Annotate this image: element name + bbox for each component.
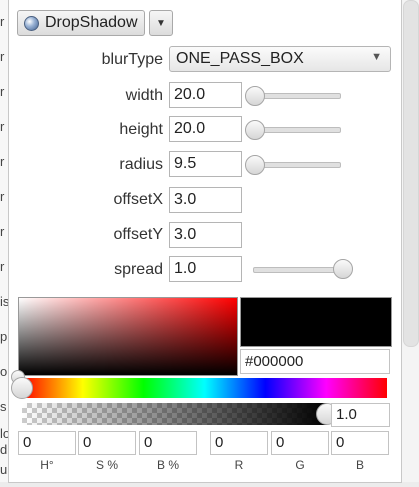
green-field[interactable]: 0 xyxy=(271,431,329,455)
hex-color-field[interactable]: #000000 xyxy=(240,349,390,374)
radius-field[interactable]: 9.5 xyxy=(169,151,242,177)
blue-field[interactable]: 0 xyxy=(331,431,389,455)
effect-menu-button[interactable]: ▼ xyxy=(149,10,173,36)
selected-color-swatch xyxy=(240,297,392,347)
blurtype-combo[interactable]: ONE_PASS_BOX ▼ xyxy=(169,46,391,72)
height-label: height xyxy=(119,121,163,138)
spread-slider-track[interactable] xyxy=(253,267,345,273)
height-slider-track[interactable] xyxy=(255,127,341,133)
alpha-field[interactable]: 1.0 xyxy=(331,403,390,427)
radius-label: radius xyxy=(119,156,163,173)
saturation-label: S % xyxy=(95,458,118,472)
radius-slider-thumb[interactable] xyxy=(245,155,265,175)
brightness-label: B % xyxy=(156,458,179,472)
spread-slider-thumb[interactable] xyxy=(333,259,353,279)
hue-field[interactable]: 0 xyxy=(18,431,76,455)
radius-slider-track[interactable] xyxy=(255,162,341,168)
height-slider-thumb[interactable] xyxy=(245,120,265,140)
hue-slider-thumb[interactable] xyxy=(11,377,33,399)
offsetx-field[interactable]: 3.0 xyxy=(169,187,242,213)
height-field[interactable]: 20.0 xyxy=(169,116,242,142)
brightness-field[interactable]: 0 xyxy=(139,431,197,455)
alpha-slider[interactable] xyxy=(22,403,327,425)
offsety-field[interactable]: 3.0 xyxy=(169,222,242,248)
spread-field[interactable]: 1.0 xyxy=(169,256,242,282)
offsetx-label: offsetX xyxy=(113,191,163,208)
green-label: G xyxy=(295,458,305,472)
effect-name-label: DropShadow xyxy=(45,14,138,31)
background-scrollbar-thumb[interactable] xyxy=(403,0,419,347)
globe-icon xyxy=(24,15,39,31)
chevron-down-icon: ▼ xyxy=(156,17,166,29)
blurtype-value: ONE_PASS_BOX xyxy=(176,50,304,67)
spread-label: spread xyxy=(114,261,163,278)
width-label: width xyxy=(125,87,163,104)
chevron-down-icon: ▼ xyxy=(371,51,382,63)
width-slider-thumb[interactable] xyxy=(245,86,265,106)
red-field[interactable]: 0 xyxy=(210,431,268,455)
blurtype-label: blurType xyxy=(101,51,163,68)
saturation-brightness-picker[interactable] xyxy=(11,297,238,384)
offsety-label: offsetY xyxy=(113,226,163,243)
hue-slider[interactable] xyxy=(22,378,387,398)
width-slider-track[interactable] xyxy=(255,93,341,99)
width-field[interactable]: 20.0 xyxy=(169,82,242,108)
red-label: R xyxy=(234,458,244,472)
effect-selector-button[interactable]: DropShadow xyxy=(17,10,145,36)
hue-label: H° xyxy=(40,458,54,472)
blue-label: B xyxy=(355,458,364,472)
saturation-field[interactable]: 0 xyxy=(78,431,136,455)
